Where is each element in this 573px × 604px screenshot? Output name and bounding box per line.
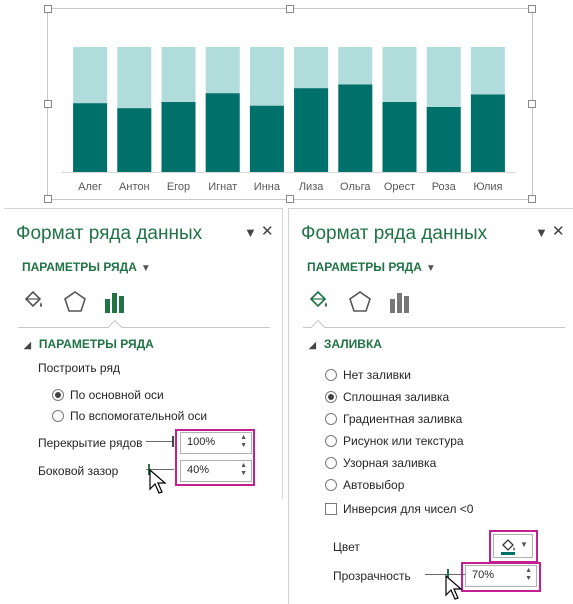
highlight-box: [175, 429, 255, 486]
collapse-triangle-icon: ◢: [24, 340, 31, 350]
collapse-triangle-icon: ◢: [309, 340, 316, 350]
bar-dark[interactable]: [205, 93, 240, 172]
fill-option-radio[interactable]: [325, 457, 337, 469]
dropdown-label: ПАРАМЕТРЫ РЯДА: [22, 260, 137, 274]
fill-option-label[interactable]: Нет заливки: [343, 368, 411, 382]
fill-line-icon[interactable]: [20, 289, 46, 315]
effects-pentagon-icon[interactable]: [62, 289, 88, 315]
fill-option-label[interactable]: Узорная заливка: [343, 456, 436, 470]
invert-negative-checkbox[interactable]: [325, 503, 337, 515]
fill-line-icon[interactable]: [305, 289, 331, 315]
chevron-down-icon: ▼: [425, 263, 436, 274]
category-label: Юлия: [473, 181, 502, 193]
invert-negative-label[interactable]: Инверсия для чисел <0: [343, 502, 473, 516]
active-tab-pointer: [107, 319, 123, 335]
fill-option-radio[interactable]: [325, 413, 337, 425]
bar-dark[interactable]: [249, 105, 284, 172]
category-label: Ольга: [340, 181, 371, 193]
series-options-bar-icon[interactable]: [102, 289, 128, 315]
fill-option-label[interactable]: Автовыбор: [343, 478, 404, 492]
category-label: Алег: [78, 181, 102, 193]
tab-divider: [303, 327, 565, 328]
bar-dark[interactable]: [338, 84, 373, 173]
panel-options-icon[interactable]: ▼: [244, 225, 257, 240]
tab-divider: [18, 327, 270, 328]
bar-dark[interactable]: [294, 88, 329, 172]
primary-axis-label[interactable]: По основной оси: [70, 388, 164, 402]
highlight-box: [461, 562, 541, 592]
section-title: ПАРАМЕТРЫ РЯДА: [38, 337, 154, 351]
panel-title: Формат ряда данных: [16, 223, 203, 244]
category-label: Инна: [254, 181, 281, 193]
close-icon[interactable]: ✕: [261, 222, 274, 240]
secondary-axis-label[interactable]: По вспомогательной оси: [70, 409, 207, 423]
fill-option-radio[interactable]: [325, 479, 337, 491]
format-series-panel-left: Формат ряда данных ▼ ✕ ПАРАМЕТРЫ РЯДА ▼ ◢…: [4, 208, 283, 499]
bar-dark[interactable]: [161, 102, 196, 172]
series-options-dropdown[interactable]: ПАРАМЕТРЫ РЯДА ▼: [307, 260, 436, 274]
color-label: Цвет: [333, 540, 360, 554]
series-options-bar-icon[interactable]: [387, 289, 413, 315]
category-label: Лиза: [299, 181, 324, 193]
overlap-slider-track[interactable]: [146, 441, 174, 442]
bar-chart: Алег Антон Егор Игнат Инна Лиза Ольга Орест Роза…: [62, 47, 516, 193]
chevron-down-icon: ▼: [140, 263, 151, 274]
mouse-cursor-icon: [149, 469, 167, 494]
fill-option-label[interactable]: Рисунок или текстура: [343, 434, 464, 448]
close-icon[interactable]: ✕: [552, 222, 565, 240]
section-fill[interactable]: ◢ ЗАЛИВКА: [309, 337, 382, 351]
panel-title: Формат ряда данных: [301, 223, 488, 244]
section-title: ЗАЛИВКА: [323, 337, 382, 351]
series-overlap-label: Перекрытие рядов: [38, 436, 143, 450]
panel-options-icon[interactable]: ▼: [535, 225, 548, 240]
fill-option-label[interactable]: Сплошная заливка: [343, 390, 449, 404]
bar-dark[interactable]: [73, 103, 108, 172]
category-label: Орест: [384, 181, 415, 193]
category-label: Антон: [119, 181, 150, 193]
category-label: Егор: [167, 181, 190, 193]
fill-option-radio[interactable]: [325, 391, 337, 403]
effects-pentagon-icon[interactable]: [347, 289, 373, 315]
chart-area[interactable]: Алег Антон Егор Игнат Инна Лиза Ольга Орест Роза…: [44, 5, 536, 203]
section-series-options[interactable]: ◢ ПАРАМЕТРЫ РЯДА: [24, 337, 154, 351]
highlight-box: [489, 530, 538, 563]
gap-width-label: Боковой зазор: [38, 464, 119, 478]
format-series-panel-right: Формат ряда данных ▼ ✕ ПАРАМЕТРЫ РЯДА ▼ ◢…: [288, 208, 573, 604]
category-label: Игнат: [208, 181, 237, 193]
plot-series-on-label: Построить ряд: [38, 361, 120, 375]
fill-option-radio[interactable]: [325, 435, 337, 447]
bar-dark[interactable]: [117, 108, 152, 172]
secondary-axis-radio[interactable]: [52, 410, 64, 422]
series-options-dropdown[interactable]: ПАРАМЕТРЫ РЯДА ▼: [22, 260, 151, 274]
fill-option-label[interactable]: Градиентная заливка: [343, 412, 462, 426]
category-label: Роза: [432, 181, 457, 193]
transparency-label: Прозрачность: [333, 569, 411, 583]
active-tab-pointer: [310, 319, 326, 335]
bar-dark[interactable]: [470, 94, 505, 173]
overlap-slider-thumb[interactable]: [172, 436, 174, 447]
primary-axis-radio[interactable]: [52, 389, 64, 401]
bar-dark[interactable]: [382, 102, 417, 172]
bar-dark[interactable]: [426, 107, 461, 172]
mouse-cursor-icon: [445, 575, 463, 600]
dropdown-label: ПАРАМЕТРЫ РЯДА: [307, 260, 422, 274]
fill-option-radio[interactable]: [325, 369, 337, 381]
